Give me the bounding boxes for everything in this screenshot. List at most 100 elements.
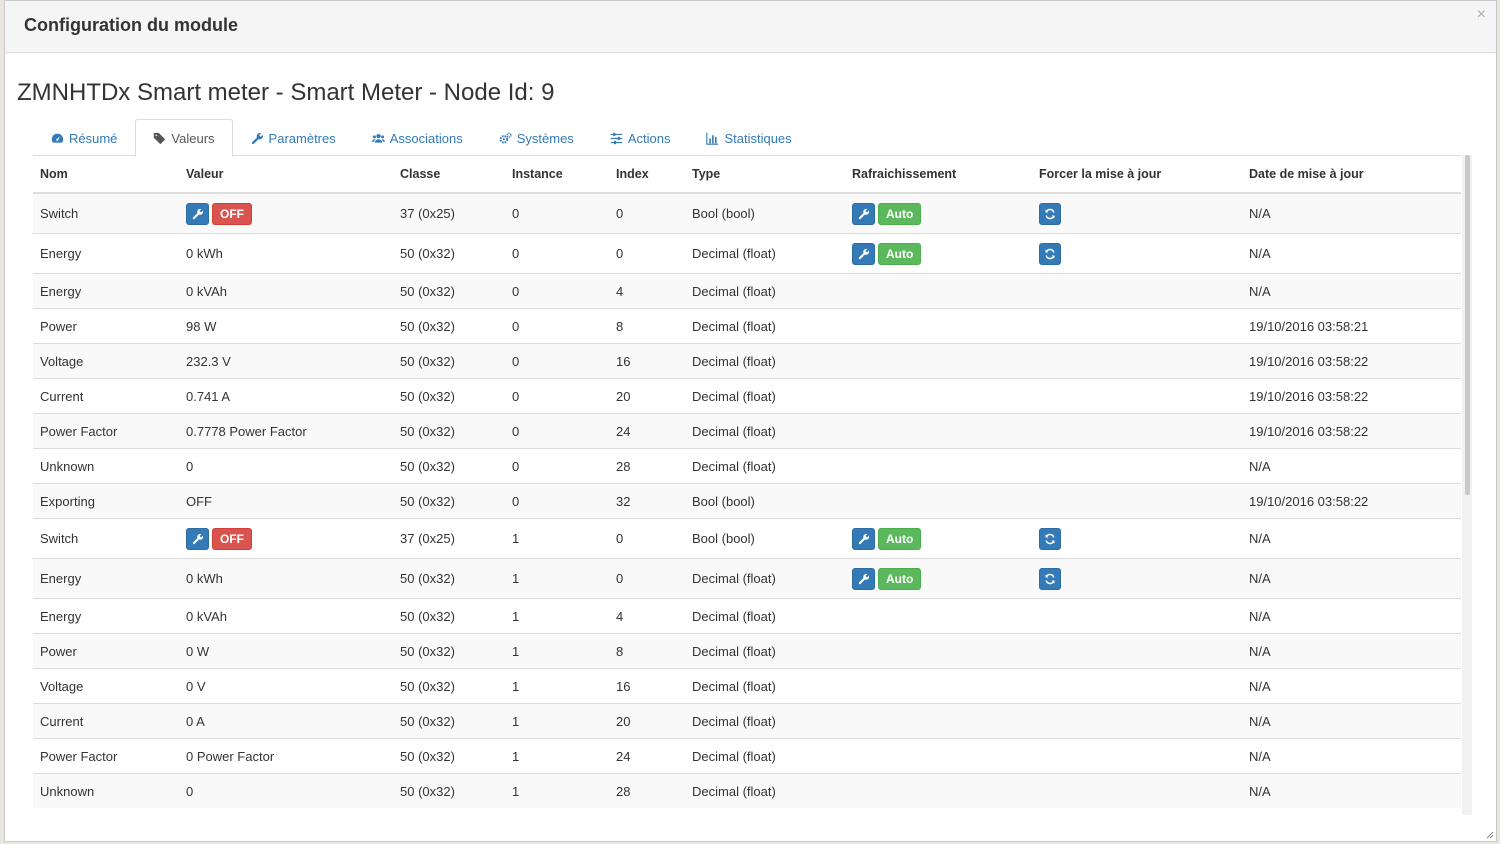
date-cell: N/A xyxy=(1242,518,1461,559)
column-header[interactable]: Valeur xyxy=(179,156,393,194)
column-header[interactable]: Nom xyxy=(33,156,179,194)
values-table-container[interactable]: Nom Valeur Classe Instance Index Type Ra… xyxy=(33,155,1461,816)
refresh-cell: Auto xyxy=(845,558,1032,599)
class-cell: 50 (0x32) xyxy=(393,233,505,274)
table-row: Unknown 0 50 (0x32) 1 28 Decimal (float) N/A xyxy=(33,773,1461,808)
date-cell: N/A xyxy=(1242,598,1461,634)
tab-parametres[interactable]: Paramètres xyxy=(233,119,354,156)
column-header[interactable]: Forcer la mise à jour xyxy=(1032,156,1242,194)
wrench-icon[interactable] xyxy=(852,202,875,225)
column-header[interactable]: Classe xyxy=(393,156,505,194)
index-cell: 32 xyxy=(609,483,685,519)
index-cell: 8 xyxy=(609,633,685,669)
table-row: Voltage 232.3 V 50 (0x32) 0 16 Decimal (float… xyxy=(33,343,1461,379)
value-cell: 0 xyxy=(179,448,393,484)
type-cell: Decimal (float) xyxy=(685,308,845,344)
type-cell: Decimal (float) xyxy=(685,343,845,379)
force-update-cell xyxy=(1032,558,1242,599)
tab-associations[interactable]: Associations xyxy=(354,119,481,156)
table-scrollbar[interactable] xyxy=(1462,155,1472,815)
date-cell: N/A xyxy=(1242,668,1461,704)
name-cell: Energy xyxy=(33,598,179,634)
date-cell: 19/10/2016 03:58:22 xyxy=(1242,343,1461,379)
value-cell: 0 kWh xyxy=(179,233,393,274)
wrench-icon[interactable] xyxy=(852,567,875,590)
date-cell: N/A xyxy=(1242,773,1461,808)
wrench-icon[interactable] xyxy=(852,527,875,550)
index-cell: 0 xyxy=(609,558,685,599)
value-cell: 0 V xyxy=(179,668,393,704)
table-row: Current 0.741 A 50 (0x32) 0 20 Decimal (float… xyxy=(33,378,1461,414)
table-row: Unknown 0 50 (0x32) 0 28 Decimal (float) N/A xyxy=(33,448,1461,484)
auto-refresh-button[interactable]: Auto xyxy=(878,527,922,550)
column-header[interactable]: Instance xyxy=(505,156,609,194)
index-cell: 24 xyxy=(609,413,685,449)
auto-refresh-button[interactable]: Auto xyxy=(878,242,922,265)
table-row: Energy 0 kWh 50 (0x32) 1 0 Decimal (float) Aut… xyxy=(33,558,1461,599)
instance-cell: 0 xyxy=(505,192,609,234)
off-toggle-button[interactable]: OFF xyxy=(212,527,252,550)
table-row: Energy 0 kWh 50 (0x32) 0 0 Decimal (float) Aut… xyxy=(33,233,1461,274)
column-header[interactable]: Index xyxy=(609,156,685,194)
tab-actions[interactable]: Actions xyxy=(592,119,689,156)
column-header[interactable]: Rafraichissement xyxy=(845,156,1032,194)
force-update-cell xyxy=(1032,273,1242,309)
tab-valeurs[interactable]: Valeurs xyxy=(135,119,233,157)
force-update-cell xyxy=(1032,773,1242,808)
value-cell: 0 W xyxy=(179,633,393,669)
refresh-cell xyxy=(845,633,1032,669)
refresh-cell xyxy=(845,773,1032,808)
refresh-cell xyxy=(845,668,1032,704)
value-cell: 0 kVAh xyxy=(179,598,393,634)
resize-grip-icon[interactable] xyxy=(1486,831,1494,839)
force-update-cell xyxy=(1032,233,1242,274)
close-icon[interactable]: × xyxy=(1477,7,1486,23)
type-cell: Decimal (float) xyxy=(685,773,845,808)
name-cell: Exporting xyxy=(33,483,179,519)
refresh-icon[interactable] xyxy=(1039,202,1061,225)
instance-cell: 0 xyxy=(505,483,609,519)
bar-chart-icon xyxy=(706,132,719,145)
refresh-icon[interactable] xyxy=(1039,242,1061,265)
refresh-cell xyxy=(845,448,1032,484)
class-cell: 50 (0x32) xyxy=(393,343,505,379)
tab-statistiques[interactable]: Statistiques xyxy=(688,119,809,156)
users-icon xyxy=(371,133,385,143)
auto-refresh-button[interactable]: Auto xyxy=(878,567,922,590)
value-cell: OFF xyxy=(179,192,393,234)
wrench-icon[interactable] xyxy=(186,527,209,550)
refresh-cell: Auto xyxy=(845,192,1032,234)
force-update-cell xyxy=(1032,378,1242,414)
class-cell: 50 (0x32) xyxy=(393,598,505,634)
refresh-icon[interactable] xyxy=(1039,527,1061,550)
index-cell: 28 xyxy=(609,773,685,808)
name-cell: Energy xyxy=(33,233,179,274)
instance-cell: 1 xyxy=(505,703,609,739)
force-update-cell xyxy=(1032,633,1242,669)
instance-cell: 0 xyxy=(505,343,609,379)
name-cell: Current xyxy=(33,378,179,414)
class-cell: 50 (0x32) xyxy=(393,308,505,344)
column-header[interactable]: Date de mise à jour xyxy=(1242,156,1461,194)
node-title: ZMNHTDx Smart meter - Smart Meter - Node… xyxy=(17,79,555,106)
name-cell: Voltage xyxy=(33,668,179,704)
index-cell: 0 xyxy=(609,233,685,274)
column-header[interactable]: Type xyxy=(685,156,845,194)
tab-systemes[interactable]: Systèmes xyxy=(481,119,592,156)
scrollbar-thumb[interactable] xyxy=(1465,155,1470,495)
refresh-icon[interactable] xyxy=(1039,567,1061,590)
auto-refresh-button[interactable]: Auto xyxy=(878,202,922,225)
type-cell: Decimal (float) xyxy=(685,668,845,704)
class-cell: 50 (0x32) xyxy=(393,668,505,704)
tab-label: Statistiques xyxy=(724,130,792,146)
wrench-icon[interactable] xyxy=(186,202,209,225)
refresh-cell xyxy=(845,483,1032,519)
instance-cell: 0 xyxy=(505,273,609,309)
dashboard-icon xyxy=(51,133,64,143)
modal-header: Configuration du module × xyxy=(5,1,1496,53)
tab-resume[interactable]: Résumé xyxy=(33,119,135,156)
refresh-cell xyxy=(845,308,1032,344)
wrench-icon[interactable] xyxy=(852,242,875,265)
off-toggle-button[interactable]: OFF xyxy=(212,202,252,225)
date-cell: 19/10/2016 03:58:22 xyxy=(1242,378,1461,414)
